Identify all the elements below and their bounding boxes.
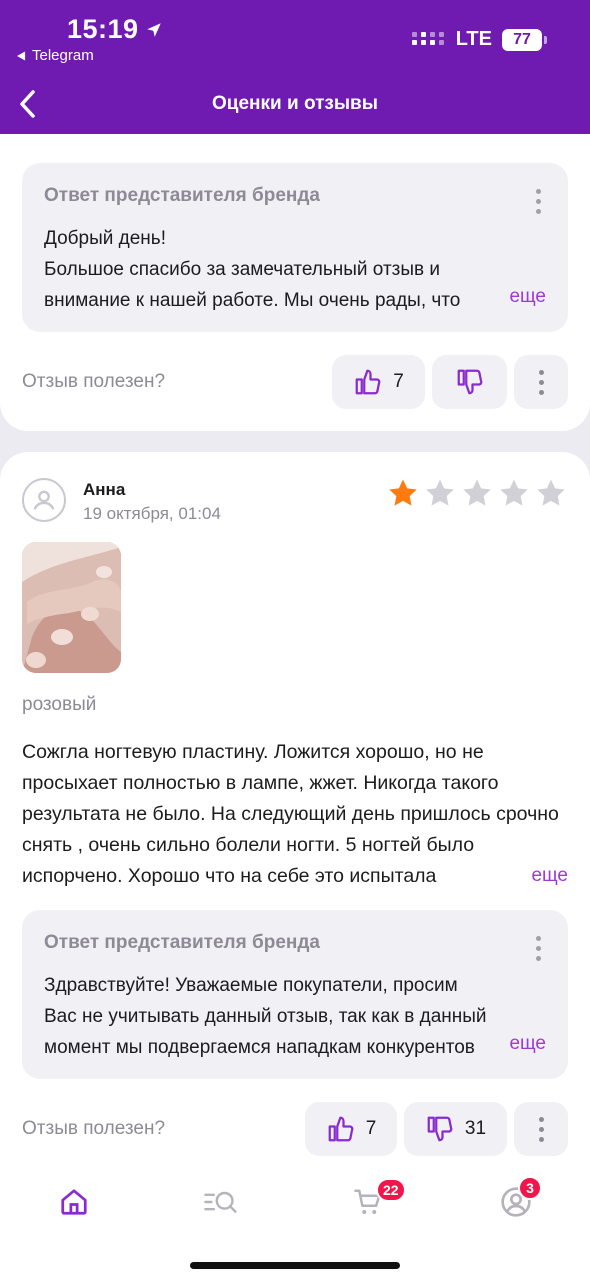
star-filled-icon <box>389 479 417 506</box>
star-empty-icon <box>500 479 528 506</box>
reply-expand-link[interactable]: еще <box>479 281 546 312</box>
fingers-nails-image <box>22 542 121 673</box>
signal-icon <box>411 31 444 45</box>
status-time: 15:19 <box>67 14 163 45</box>
thumbs-down-icon <box>427 1116 453 1142</box>
like-button[interactable]: 7 <box>332 355 425 409</box>
star-empty-icon <box>463 479 491 506</box>
network-label: LTE <box>455 28 492 50</box>
dislike-count: 31 <box>464 1118 487 1139</box>
helpful-label: Отзыв полезен? <box>22 371 166 392</box>
status-indicators: LTE 77 <box>411 28 547 51</box>
star-empty-icon <box>537 479 565 506</box>
more-vertical-icon <box>538 1116 544 1142</box>
thumbs-up-icon <box>328 1116 354 1142</box>
helpful-label: Отзыв полезен? <box>22 1118 166 1139</box>
review-author: Анна <box>83 480 126 499</box>
brand-reply: Ответ представителя бренда Добрый день! … <box>22 163 568 332</box>
battery-icon: 77 <box>502 28 547 51</box>
brand-reply-text: Добрый день! Большое спасибо за замечате… <box>44 228 461 311</box>
top-header: 15:19 Telegram LTE 77 Оценки и отзывы <box>0 0 590 134</box>
small-back-triangle-icon <box>17 51 26 60</box>
profile-badge: 3 <box>518 1176 542 1200</box>
tab-cart[interactable]: 22 <box>338 1178 406 1224</box>
tab-catalog[interactable] <box>191 1180 251 1224</box>
brand-reply-title: Ответ представителя бренда <box>44 185 320 206</box>
review-more-options-button[interactable] <box>514 355 568 409</box>
status-time-text: 15:19 <box>67 14 139 44</box>
avatar <box>22 478 66 522</box>
review-expand-link[interactable]: еще <box>495 860 568 891</box>
reply-expand-link[interactable]: еще <box>479 1028 546 1059</box>
user-avatar-icon <box>33 490 55 510</box>
dislike-button[interactable] <box>432 355 507 409</box>
star-empty-icon <box>426 479 454 506</box>
thumbs-down-icon <box>457 369 482 395</box>
review-more-options-button[interactable] <box>514 1102 568 1156</box>
back-app-label: Telegram <box>32 47 94 64</box>
dislike-button[interactable]: 31 <box>404 1102 507 1156</box>
review-date: 19 октября, 01:04 <box>83 504 221 523</box>
thumbs-up-icon <box>355 369 381 395</box>
tab-home[interactable] <box>44 1180 104 1224</box>
cart-badge: 22 <box>376 1178 406 1202</box>
like-count: 7 <box>393 371 404 392</box>
like-button[interactable]: 7 <box>305 1102 397 1156</box>
reply-more-options-icon[interactable] <box>534 936 542 961</box>
catalog-search-icon <box>204 1191 237 1213</box>
like-count: 7 <box>365 1118 377 1139</box>
review-text: Сожгла ногтевую пластину. Ложится хорошо… <box>22 741 559 887</box>
review-card: Анна 19 октября, 01:04 розовый Сожгла но… <box>0 452 590 1180</box>
review-photo[interactable] <box>22 542 121 673</box>
back-to-telegram[interactable]: Telegram <box>17 47 94 64</box>
home-indicator <box>190 1262 400 1269</box>
product-variant: розовый <box>22 694 97 715</box>
home-icon <box>61 1189 87 1215</box>
brand-reply-text: Здравствуйте! Уважаемые покупатели, прос… <box>44 975 487 1058</box>
rating-stars <box>386 476 568 510</box>
more-vertical-icon <box>538 369 544 395</box>
location-arrow-icon <box>146 22 161 37</box>
brand-reply: Ответ представителя бренда Здравствуйте!… <box>22 910 568 1079</box>
review-card-previous: Ответ представителя бренда Добрый день! … <box>0 134 590 431</box>
page-title: Оценки и отзывы <box>212 93 378 114</box>
brand-reply-title: Ответ представителя бренда <box>44 932 320 953</box>
battery-level: 77 <box>513 30 531 48</box>
tab-profile[interactable]: 3 <box>486 1176 546 1224</box>
reply-more-options-icon[interactable] <box>534 189 542 214</box>
